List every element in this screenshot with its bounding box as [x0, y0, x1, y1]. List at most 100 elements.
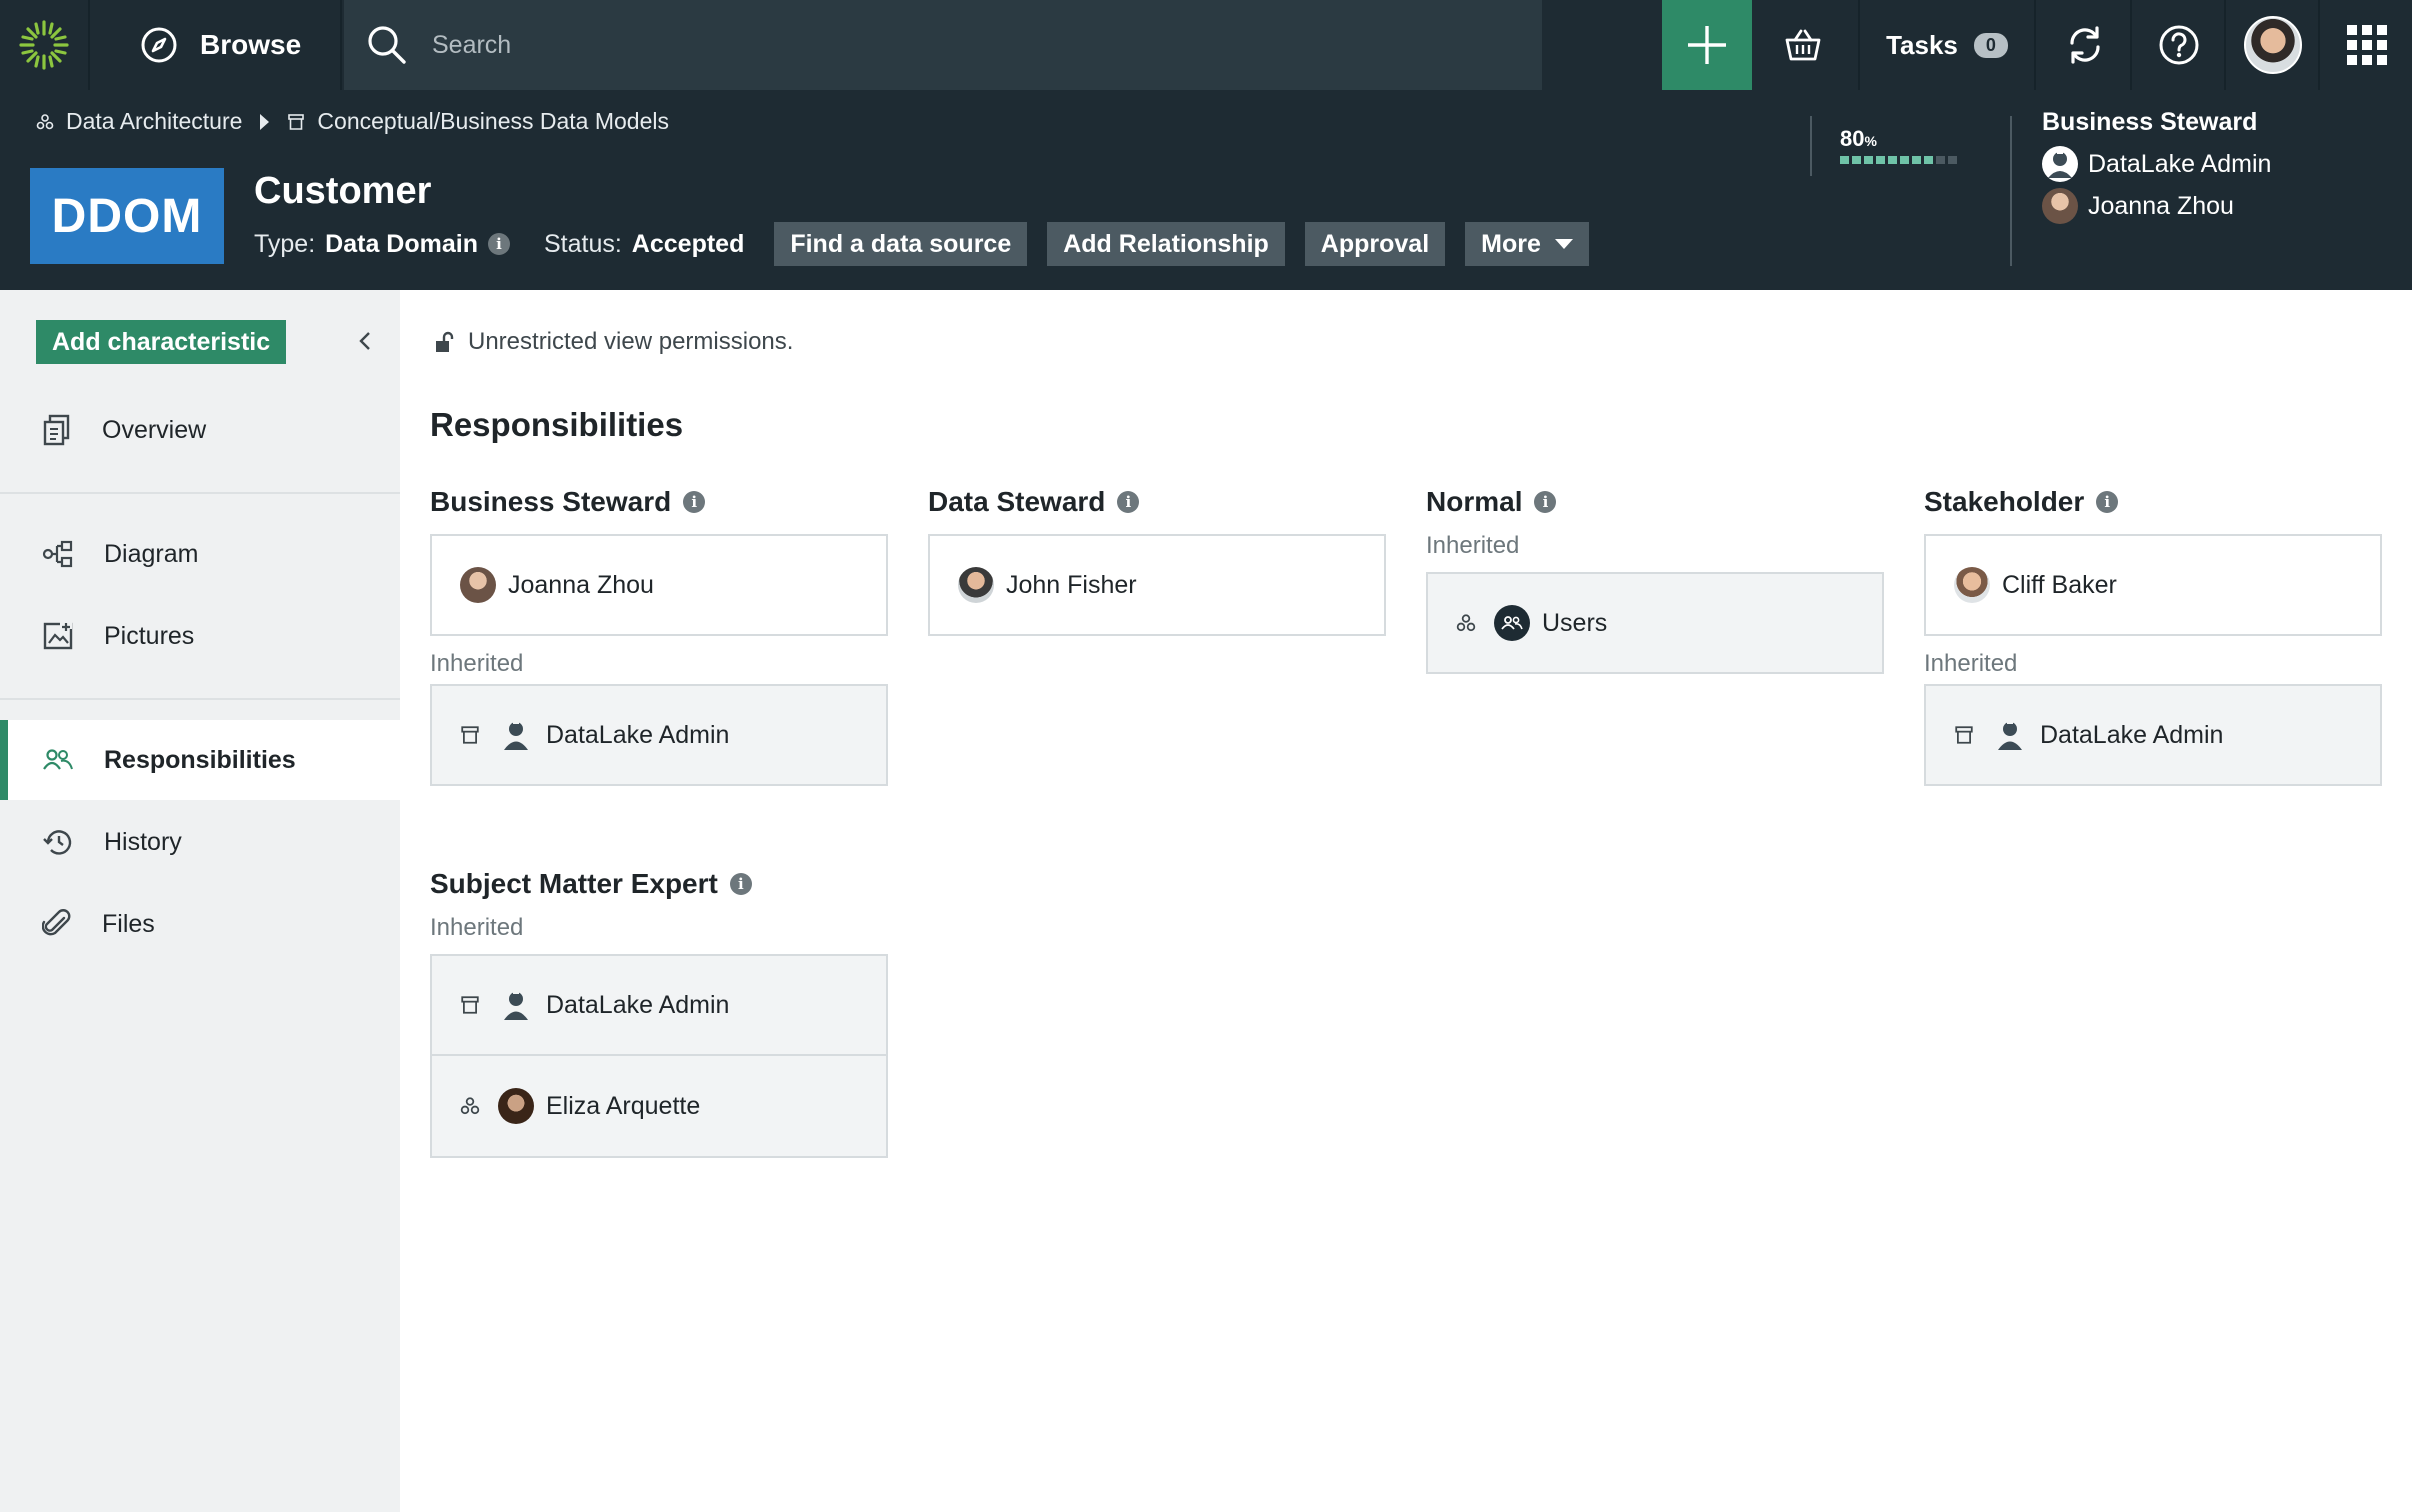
- help-button[interactable]: [2134, 0, 2226, 90]
- inherited-user-card[interactable]: DataLake Admin: [430, 954, 888, 1056]
- info-icon[interactable]: i: [487, 233, 510, 255]
- score-segment: [1912, 156, 1921, 164]
- score-progress-bar: [1840, 156, 1957, 164]
- info-icon[interactable]: i: [1534, 491, 1557, 513]
- role-stakeholder: Stakeholder i Cliff Baker Inherited Data…: [1924, 482, 2382, 786]
- info-icon[interactable]: i: [729, 873, 752, 895]
- add-relationship-button[interactable]: Add Relationship: [1047, 222, 1285, 266]
- admin-avatar-icon: [2042, 146, 2078, 182]
- sidebar-item-overview[interactable]: Overview: [0, 390, 400, 470]
- sidebar-item-responsibilities[interactable]: Responsibilities: [0, 720, 400, 800]
- breadcrumb-item-community[interactable]: Data Architecture: [66, 108, 242, 135]
- inherited-label: Inherited: [1426, 532, 1520, 559]
- approval-button[interactable]: Approval: [1304, 222, 1446, 266]
- apps-button[interactable]: [2322, 0, 2412, 90]
- domain-icon: [461, 726, 479, 744]
- role-subject-matter-expert: Subject Matter Expert i Inherited DataLa…: [430, 864, 888, 1158]
- avatar: [1954, 567, 1990, 603]
- sync-button[interactable]: [2040, 0, 2132, 90]
- search-icon[interactable]: [366, 24, 408, 66]
- responsible-user-card[interactable]: Cliff Baker: [1924, 534, 2382, 636]
- role-normal: Normal i Inherited Users: [1426, 482, 1884, 674]
- basket-icon: [1785, 29, 1821, 61]
- role-title-text: Stakeholder: [1924, 486, 2085, 517]
- main-content: Unrestricted view permissions. Responsib…: [400, 290, 2412, 1512]
- sidebar-item-pictures[interactable]: Pictures: [0, 596, 400, 676]
- role-title-text: Subject Matter Expert: [430, 868, 718, 899]
- status-label: Status:: [543, 229, 622, 258]
- more-dropdown[interactable]: More: [1465, 222, 1589, 266]
- community-icon: [36, 113, 54, 129]
- role-title-text: Normal: [1426, 486, 1523, 517]
- domain-icon: [461, 996, 479, 1014]
- chevron-right-icon: [260, 113, 270, 130]
- score-value: 80: [1840, 126, 1865, 151]
- logo-icon[interactable]: [0, 0, 90, 90]
- info-icon[interactable]: i: [2096, 491, 2119, 513]
- sidebar-item-history[interactable]: History: [0, 802, 400, 882]
- info-icon[interactable]: i: [1117, 491, 1140, 513]
- search-input[interactable]: [432, 30, 1332, 60]
- domain-icon: [288, 113, 305, 130]
- add-characteristic-button[interactable]: Add characteristic: [36, 320, 287, 364]
- history-icon: [43, 830, 72, 855]
- score-segment: [1840, 156, 1849, 164]
- avatar: [958, 567, 994, 603]
- find-data-source-button[interactable]: Find a data source: [774, 222, 1028, 266]
- basket-button[interactable]: [1758, 0, 1848, 90]
- responsible-user-card[interactable]: Joanna Zhou: [430, 534, 888, 636]
- inherited-user-card[interactable]: DataLake Admin: [430, 684, 888, 786]
- role-title-text: Data Steward: [928, 486, 1106, 517]
- plus-button[interactable]: [1662, 0, 1752, 90]
- page-title: Customer: [254, 170, 432, 212]
- breadcrumb-item-domain[interactable]: Conceptual/Business Data Models: [317, 108, 669, 135]
- overview-icon: [43, 414, 70, 446]
- section-title: Responsibilities: [430, 406, 684, 443]
- divider: [0, 492, 400, 494]
- inherited-user-card[interactable]: DataLake Admin: [1924, 684, 2382, 786]
- sync-icon: [2070, 26, 2100, 64]
- tasks-button[interactable]: Tasks 0: [1858, 0, 2036, 90]
- inherited-group-card[interactable]: Users: [1426, 572, 1884, 674]
- diagram-icon: [42, 540, 73, 568]
- score-segment: [1864, 156, 1873, 164]
- admin-avatar-icon: [504, 990, 528, 1020]
- role-title: Stakeholder i: [1924, 482, 2382, 522]
- info-icon[interactable]: i: [683, 491, 706, 513]
- user-avatar-button[interactable]: [2228, 0, 2320, 90]
- browse-button[interactable]: Browse: [90, 0, 342, 90]
- admin-avatar-icon: [504, 720, 528, 750]
- responsible-user-card[interactable]: John Fisher: [928, 534, 1386, 636]
- sidebar-item-label: Diagram: [104, 539, 199, 568]
- tasks-count-badge: 0: [1973, 32, 2008, 58]
- apps-grid-icon: [2347, 25, 2387, 65]
- role-title: Business Steward i: [430, 482, 888, 522]
- paperclip-icon: [42, 909, 71, 936]
- role-title: Subject Matter Expert i: [430, 864, 888, 904]
- domain-icon: [1955, 726, 1973, 744]
- group-name: Users: [1542, 608, 1608, 637]
- score-segment: [1888, 156, 1897, 164]
- sidebar-item-diagram[interactable]: Diagram: [0, 514, 400, 594]
- steward-name: Joanna Zhou: [2088, 191, 2234, 220]
- chevron-down-icon: [1554, 239, 1573, 249]
- community-icon: [1456, 614, 1476, 632]
- asset-header: Data Architecture Conceptual/Business Da…: [0, 90, 2412, 290]
- divider: [2010, 116, 2012, 266]
- avatar: [498, 1088, 534, 1124]
- score-segment: [1948, 156, 1957, 164]
- sidebar-item-files[interactable]: Files: [0, 884, 400, 964]
- steward-item[interactable]: DataLake Admin: [2042, 143, 2271, 185]
- inherited-user-card[interactable]: Eliza Arquette: [430, 1056, 888, 1158]
- steward-item[interactable]: Joanna Zhou: [2042, 185, 2271, 227]
- score-unit: %: [1864, 133, 1877, 149]
- completeness-score[interactable]: 80%: [1840, 126, 1877, 152]
- user-name: DataLake Admin: [546, 990, 730, 1019]
- compass-icon: [141, 27, 177, 63]
- unlock-icon: [436, 331, 454, 352]
- sidebar-item-label: Responsibilities: [104, 745, 296, 774]
- sidebar-item-label: Overview: [102, 415, 207, 444]
- avatar: [2244, 16, 2302, 74]
- search-bar: [344, 0, 1542, 90]
- collapse-sidebar-button[interactable]: [350, 324, 380, 358]
